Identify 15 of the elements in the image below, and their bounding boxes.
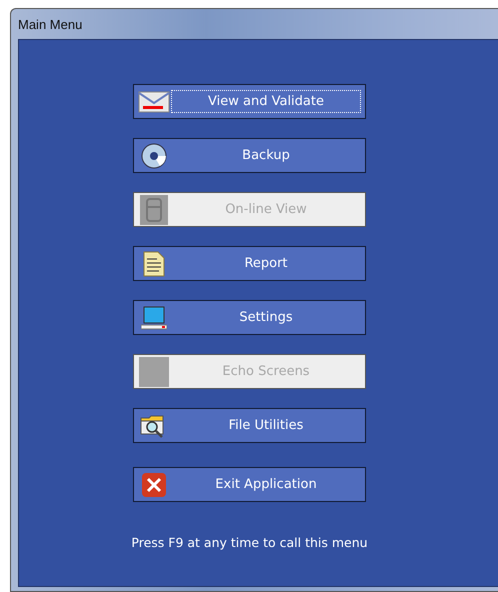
blank-icon xyxy=(139,356,169,386)
menu-button[interactable]: Exit Application xyxy=(133,467,366,502)
menu-button[interactable]: View and Validate xyxy=(133,84,366,119)
document-icon xyxy=(143,250,165,276)
menu-button[interactable]: Report xyxy=(133,246,366,281)
disc-icon xyxy=(140,142,168,170)
menu-button[interactable]: Backup xyxy=(133,138,366,173)
hint-text: Press F9 at any time to call this menu xyxy=(131,535,368,550)
menu-button[interactable]: File Utilities xyxy=(133,408,366,443)
window-title: Main Menu xyxy=(18,16,82,32)
computer-icon xyxy=(141,306,167,330)
usb-drive-icon xyxy=(140,194,168,224)
menu-button[interactable]: Settings xyxy=(133,300,366,335)
close-icon xyxy=(142,472,166,496)
envelope-icon xyxy=(138,90,170,114)
